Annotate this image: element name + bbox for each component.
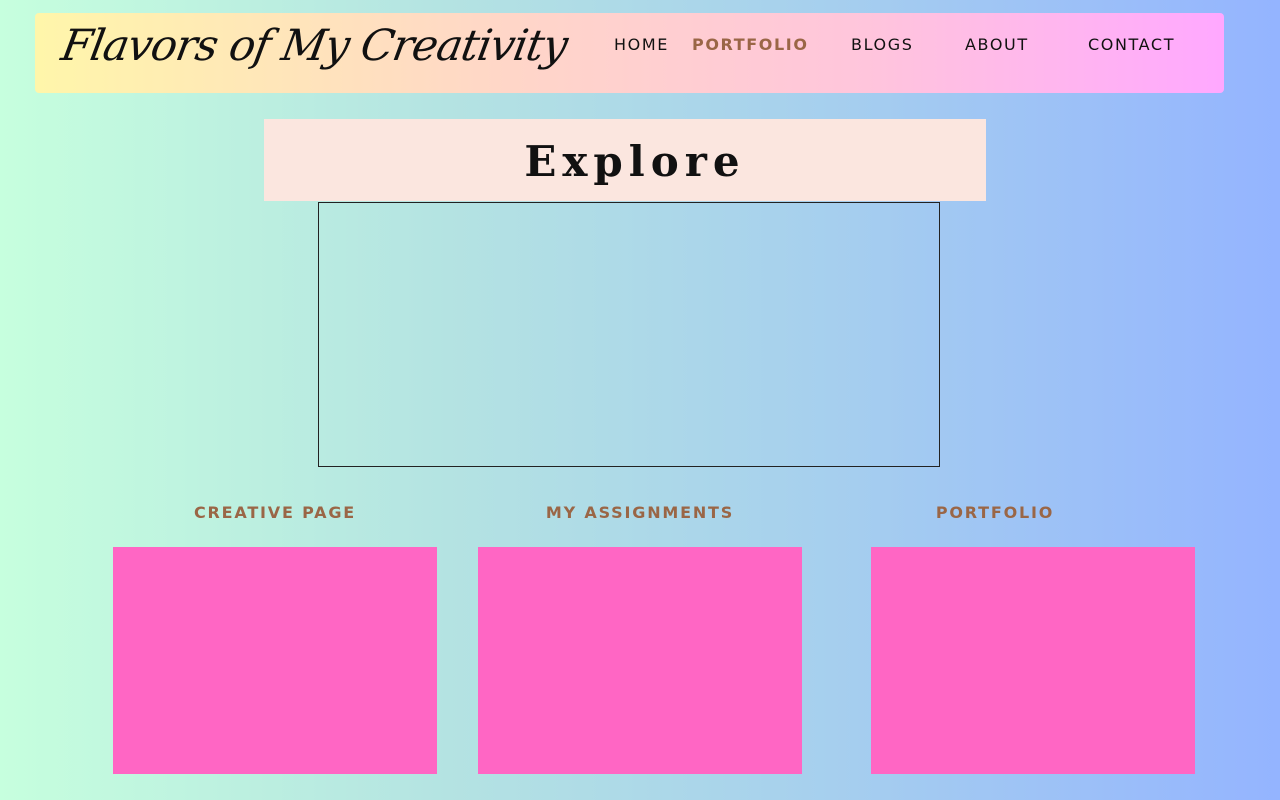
- card-image-my-assignments[interactable]: [478, 547, 802, 774]
- media-frame: [318, 202, 940, 467]
- site-logo[interactable]: Flavors of My Creativity: [58, 21, 571, 71]
- card-image-portfolio[interactable]: [871, 547, 1195, 774]
- card-title-creative-page[interactable]: CREATIVE PAGE: [113, 503, 437, 522]
- card-title-portfolio[interactable]: PORTFOLIO: [833, 503, 1157, 522]
- nav-about[interactable]: ABOUT: [965, 35, 1029, 54]
- nav-portfolio[interactable]: PORTFOLIO: [692, 35, 809, 54]
- site-header: Flavors of My Creativity HOME PORTFOLIO …: [35, 13, 1224, 93]
- card-title-my-assignments[interactable]: MY ASSIGNMENTS: [478, 503, 802, 522]
- nav-home[interactable]: HOME: [614, 35, 669, 54]
- card-image-creative-page[interactable]: [113, 547, 437, 774]
- explore-title: Explore: [524, 137, 746, 186]
- nav-contact[interactable]: CONTACT: [1088, 35, 1175, 54]
- explore-banner: Explore: [264, 119, 986, 201]
- nav-blogs[interactable]: BLOGS: [851, 35, 913, 54]
